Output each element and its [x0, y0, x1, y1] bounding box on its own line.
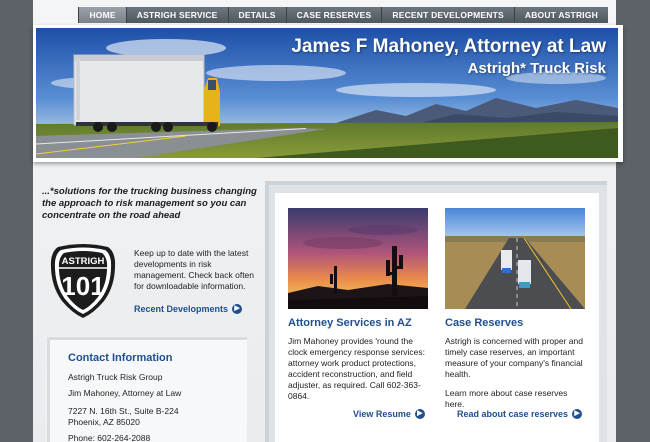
case-reserves-text-2: Learn more about case reserves here. — [445, 388, 568, 409]
nav-home[interactable]: HOME — [78, 7, 126, 23]
card-attorney-services: Attorney Services in AZ Jim Mahoney prov… — [288, 208, 428, 402]
nav-astrigh-service[interactable]: ASTRIGH SERVICE — [125, 7, 228, 23]
recent-developments-label[interactable]: Recent Developments — [134, 304, 228, 314]
shield-top-text: ASTRIGH — [62, 256, 105, 267]
view-resume-label[interactable]: View Resume — [353, 409, 411, 419]
attorney-services-text: Jim Mahoney provides 'round the clock em… — [288, 336, 426, 401]
contact-address1: 7227 N. 16th St., Suite B-224 — [68, 406, 179, 416]
nav-details[interactable]: DETAILS — [227, 7, 286, 23]
services-panel-inner: Attorney Services in AZ Jim Mahoney prov… — [275, 193, 599, 442]
shield-number: 101 — [61, 271, 104, 301]
attorney-services-title[interactable]: Attorney Services in AZ — [288, 317, 428, 329]
banner-image: James F Mahoney, Attorney at Law Astrigh… — [36, 28, 618, 158]
read-case-reserves-link[interactable]: Read about case reserves ▶ — [457, 409, 583, 419]
contact-name: Jim Mahoney, Attorney at Law — [68, 388, 182, 398]
desert-sunset-image — [288, 208, 428, 309]
services-panel: Attorney Services in AZ Jim Mahoney prov… — [265, 181, 607, 442]
page-container: HOME ASTRIGH SERVICE DETAILS CASE RESERV… — [33, 0, 623, 442]
card-case-reserves: Case Reserves Astrigh is concerned with … — [445, 208, 585, 410]
highway-trucks-image — [445, 208, 585, 309]
nav-case-reserves[interactable]: CASE RESERVES — [285, 7, 382, 23]
nav-about-astrigh[interactable]: ABOUT ASTRIGH — [513, 7, 608, 23]
banner-frame: James F Mahoney, Attorney at Law Astrigh… — [33, 25, 623, 162]
tagline: ...*solutions for the trucking business … — [42, 186, 257, 221]
contact-group: Astrigh Truck Risk Group — [68, 372, 163, 382]
astrigh-101-shield-icon: ASTRIGH 101 — [50, 244, 116, 318]
case-reserves-text: Astrigh is concerned with proper and tim… — [445, 336, 583, 379]
contact-phone: Phone: 602-264-2088 — [68, 433, 151, 442]
arrow-right-icon[interactable]: ▶ — [414, 409, 425, 419]
main-nav: HOME ASTRIGH SERVICE DETAILS CASE RESERV… — [78, 7, 608, 23]
updates-text: Keep up to date with the latest developm… — [134, 248, 255, 291]
nav-recent-developments[interactable]: RECENT DEVELOPMENTS — [381, 7, 514, 23]
banner-title: James F Mahoney, Attorney at Law — [291, 36, 606, 57]
view-resume-link[interactable]: View Resume ▶ — [353, 409, 425, 419]
contact-box: Contact Information Astrigh Truck Risk G… — [47, 337, 247, 442]
contact-address2: Phoenix, AZ 85020 — [68, 417, 140, 427]
case-reserves-title[interactable]: Case Reserves — [445, 317, 585, 329]
read-case-reserves-label[interactable]: Read about case reserves — [457, 409, 568, 419]
banner-subtitle: Astrigh* Truck Risk — [467, 60, 606, 77]
recent-developments-link[interactable]: Recent Developments ▶ — [134, 304, 243, 314]
arrow-right-icon[interactable]: ▶ — [572, 409, 583, 419]
contact-title: Contact Information — [68, 352, 173, 364]
arrow-right-icon[interactable]: ▶ — [232, 304, 243, 314]
